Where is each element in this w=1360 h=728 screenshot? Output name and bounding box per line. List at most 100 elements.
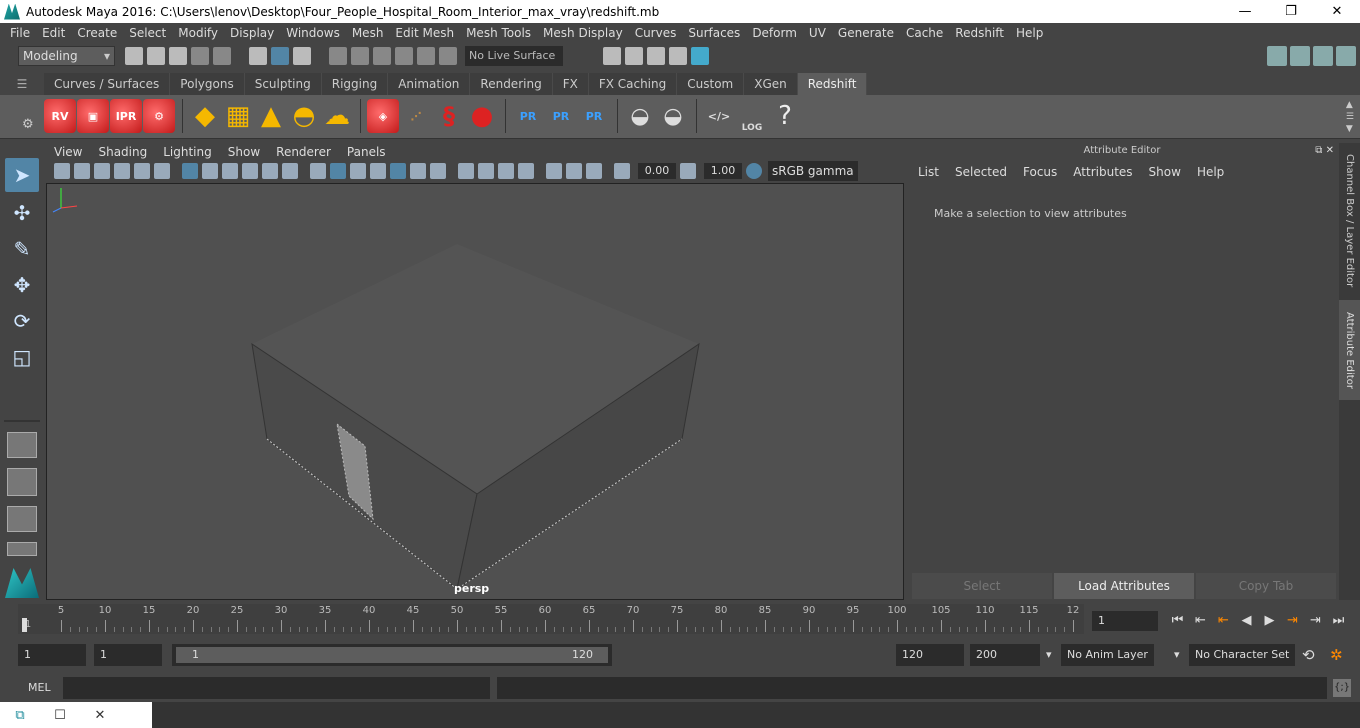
tool-settings-toggle-icon[interactable] bbox=[1313, 46, 1333, 66]
panel-float-close-icon[interactable]: ⧉ ✕ bbox=[1315, 143, 1334, 159]
script-editor-icon[interactable]: </> bbox=[703, 99, 735, 133]
select-component-icon[interactable] bbox=[293, 47, 311, 65]
exposure-icon[interactable] bbox=[614, 163, 630, 179]
ae-menu-help[interactable]: Help bbox=[1189, 165, 1232, 179]
lasso-tool-icon[interactable]: ✣ bbox=[5, 196, 39, 230]
ae-menu-show[interactable]: Show bbox=[1141, 165, 1189, 179]
time-slider[interactable]: 1 5 10 15 20 25 30 35 40 45 50 55 60 65 70 75 80 85 90 95 10… bbox=[18, 604, 1084, 634]
new-scene-icon[interactable] bbox=[125, 47, 143, 65]
image-plane-icon[interactable] bbox=[114, 163, 130, 179]
camera-attributes-icon[interactable] bbox=[74, 163, 90, 179]
gate-mask-icon[interactable] bbox=[242, 163, 258, 179]
ipr-render-icon[interactable] bbox=[647, 47, 665, 65]
channel-box-toggle-icon[interactable] bbox=[1336, 46, 1356, 66]
tab-rendering[interactable]: Rendering bbox=[470, 73, 553, 95]
save-scene-icon[interactable] bbox=[169, 47, 187, 65]
xray-active-icon[interactable] bbox=[586, 163, 602, 179]
pr-swap-button[interactable]: PR bbox=[578, 99, 610, 133]
play-forwards-icon[interactable]: ▶ bbox=[1258, 611, 1281, 631]
gamma-icon[interactable] bbox=[680, 163, 696, 179]
snap-point-icon[interactable] bbox=[373, 47, 391, 65]
select-tool-icon[interactable]: ➤ bbox=[5, 158, 39, 192]
grid-icon[interactable] bbox=[182, 163, 198, 179]
tab-polygons[interactable]: Polygons bbox=[170, 73, 245, 95]
portal-light-icon[interactable]: ▦ bbox=[222, 99, 254, 133]
menu-edit-mesh[interactable]: Edit Mesh bbox=[389, 26, 460, 40]
range-slider-fill[interactable] bbox=[176, 647, 608, 663]
pr-box-button[interactable]: PR bbox=[512, 99, 544, 133]
animation-preferences-icon[interactable]: ✲ bbox=[1330, 644, 1343, 666]
tab-curves-surfaces[interactable]: Curves / Surfaces bbox=[44, 73, 171, 95]
go-to-end-icon[interactable]: ⏭ bbox=[1327, 611, 1350, 631]
snap-view-plane-icon[interactable] bbox=[395, 47, 413, 65]
curve-icon[interactable]: § bbox=[433, 99, 465, 133]
tab-fx-caching[interactable]: FX Caching bbox=[588, 73, 678, 95]
view-transform-dropdown[interactable]: sRGB gamma bbox=[768, 161, 858, 181]
animation-start-field[interactable]: 1 bbox=[18, 644, 86, 666]
step-forward-key-icon[interactable]: ⇥ bbox=[1304, 611, 1327, 631]
render-view-icon[interactable] bbox=[669, 47, 687, 65]
ies-light-icon[interactable]: ▲ bbox=[255, 99, 287, 133]
2d-pan-zoom-icon[interactable] bbox=[134, 163, 150, 179]
vp-menu-panels[interactable]: Panels bbox=[339, 145, 394, 159]
vp-menu-view[interactable]: View bbox=[46, 145, 90, 159]
close-button[interactable]: ✕ bbox=[1314, 0, 1360, 23]
step-back-frame-icon[interactable]: ⇤ bbox=[1212, 611, 1235, 631]
menu-curves[interactable]: Curves bbox=[629, 26, 683, 40]
select-camera-icon[interactable] bbox=[54, 163, 70, 179]
four-pane-layout-icon[interactable] bbox=[7, 468, 37, 496]
single-pane-layout-icon[interactable] bbox=[7, 432, 37, 458]
resolution-gate-icon[interactable] bbox=[222, 163, 238, 179]
render-settings-icon[interactable] bbox=[603, 47, 621, 65]
gamma-field[interactable]: 1.00 bbox=[704, 163, 742, 179]
tab-attribute-editor[interactable]: Attribute Editor bbox=[1339, 300, 1360, 400]
ae-menu-attributes[interactable]: Attributes bbox=[1065, 165, 1140, 179]
maximize-window-icon[interactable]: ☐ bbox=[40, 708, 80, 723]
command-language-label[interactable]: MEL bbox=[28, 681, 51, 694]
menu-edit[interactable]: Edit bbox=[36, 26, 71, 40]
auto-key-icon[interactable]: ⟲ bbox=[1302, 644, 1315, 666]
snap-surface-icon[interactable] bbox=[417, 47, 435, 65]
anim-layer-dropdown[interactable]: ▾ No Anim Layer bbox=[1046, 644, 1166, 666]
material-bowl-icon[interactable]: ◒ bbox=[624, 99, 656, 133]
open-scene-icon[interactable] bbox=[147, 47, 165, 65]
select-hierarchy-icon[interactable] bbox=[249, 47, 267, 65]
playback-end-field[interactable]: 120 bbox=[896, 644, 964, 666]
menu-uv[interactable]: UV bbox=[803, 26, 832, 40]
undo-icon[interactable] bbox=[191, 47, 209, 65]
menu-select[interactable]: Select bbox=[123, 26, 172, 40]
perspective-viewport[interactable]: persp bbox=[46, 183, 904, 600]
redshift-render-view-button[interactable]: RV bbox=[44, 99, 76, 133]
tab-custom[interactable]: Custom bbox=[677, 73, 745, 95]
shelf-gear-icon[interactable]: ⚙ bbox=[22, 117, 34, 132]
redshift-settings-icon[interactable]: ⚙ bbox=[143, 99, 175, 133]
bookmark-icon[interactable] bbox=[94, 163, 110, 179]
ae-load-attributes-button[interactable]: Load Attributes bbox=[1054, 573, 1194, 599]
ambient-occlusion-icon[interactable] bbox=[458, 163, 474, 179]
field-chart-icon[interactable] bbox=[262, 163, 278, 179]
menu-modify[interactable]: Modify bbox=[172, 26, 224, 40]
motion-blur-icon[interactable] bbox=[478, 163, 494, 179]
menu-windows[interactable]: Windows bbox=[280, 26, 346, 40]
shelf-scroll-icon[interactable]: ▲ ☰ ▼ bbox=[1346, 99, 1354, 135]
menu-mesh[interactable]: Mesh bbox=[346, 26, 390, 40]
menu-file[interactable]: File bbox=[4, 26, 36, 40]
tab-animation[interactable]: Animation bbox=[388, 73, 471, 95]
redshift-ipr-button[interactable]: IPR bbox=[110, 99, 142, 133]
script-editor-button-icon[interactable]: {;} bbox=[1333, 679, 1351, 697]
xray-joints-icon[interactable] bbox=[566, 163, 582, 179]
step-back-key-icon[interactable]: ⇤ bbox=[1189, 611, 1212, 631]
isolate-select-icon[interactable] bbox=[546, 163, 562, 179]
minimize-button[interactable]: — bbox=[1222, 0, 1268, 23]
play-backwards-icon[interactable]: ◀ bbox=[1235, 611, 1258, 631]
animation-end-field[interactable]: 200 bbox=[970, 644, 1040, 666]
exposure-field[interactable]: 0.00 bbox=[638, 163, 676, 179]
playback-start-field[interactable]: 1 bbox=[94, 644, 162, 666]
rotate-tool-icon[interactable]: ⟳ bbox=[5, 304, 39, 338]
ae-menu-focus[interactable]: Focus bbox=[1015, 165, 1065, 179]
select-object-icon[interactable] bbox=[271, 47, 289, 65]
menu-mesh-tools[interactable]: Mesh Tools bbox=[460, 26, 537, 40]
proxy-icon[interactable]: ◈ bbox=[367, 99, 399, 133]
dome-light-icon[interactable]: ◓ bbox=[288, 99, 320, 133]
menu-help[interactable]: Help bbox=[1010, 26, 1049, 40]
